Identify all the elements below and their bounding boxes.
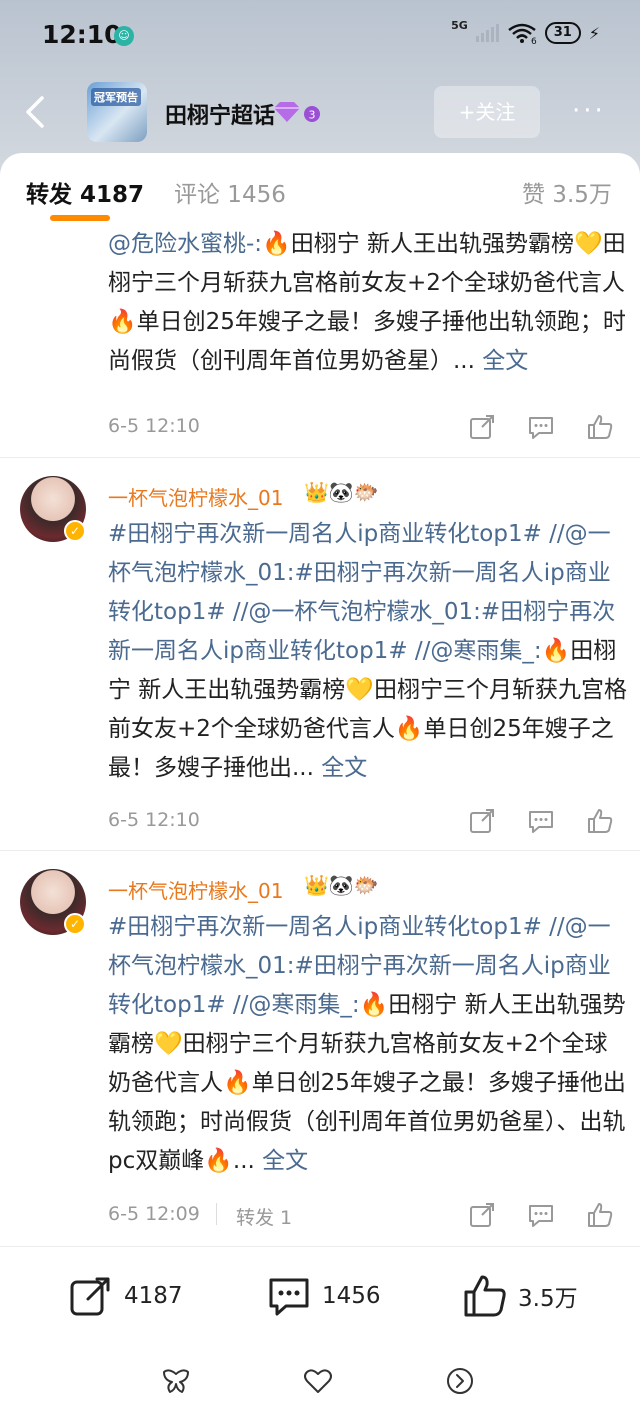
comment-icon[interactable]: [527, 413, 555, 441]
username[interactable]: 一杯气泡柠檬水_01: [108, 875, 283, 904]
level-gem-icon: 3: [274, 102, 320, 122]
repost-list-sheet: 转发 4187 评论 1456 赞 3.5万 @危险水蜜桃-:🔥田栩宁 新人王出…: [0, 153, 640, 1424]
verified-badge-icon: ✓: [64, 520, 86, 542]
back-icon[interactable]: [20, 94, 50, 130]
thumbs-up-icon: [464, 1275, 506, 1317]
list-item[interactable]: ✓ 一杯气泡柠檬水_01 👑🐼🐡 #田栩宁再次新一周名人ip商业转化top1# …: [0, 851, 640, 1241]
comment-bubble-icon: [269, 1278, 309, 1316]
svg-text:6: 6: [531, 37, 537, 44]
post-time: 6-5 12:10: [108, 415, 200, 437]
user-badges: 👑🐼🐡: [304, 480, 379, 504]
repost-count-label[interactable]: 转发 1: [236, 1203, 292, 1230]
tab-comments[interactable]: 评论 1456: [174, 175, 286, 209]
topic-thumbnail[interactable]: 冠军预告: [87, 82, 147, 142]
list-item[interactable]: ✓ 一杯气泡柠檬水_01 👑🐼🐡 #田栩宁再次新一周名人ip商业转化top1# …: [0, 458, 640, 848]
repost-text: #田栩宁再次新一周名人ip商业转化top1# //@一杯气泡柠檬水_01:#田栩…: [108, 515, 628, 788]
share-icon[interactable]: [468, 1201, 496, 1229]
tab-likes[interactable]: 赞 3.5万: [522, 175, 612, 209]
meta-separator: [216, 1203, 217, 1225]
list-item[interactable]: @危险水蜜桃-:🔥田栩宁 新人王出轨强势霸榜💛田栩宁三个月斩获九宫格前女友+2个…: [0, 225, 640, 455]
app-notification-icon: ☺: [114, 26, 134, 46]
repost-icon: [70, 1277, 110, 1316]
repost-text: #田栩宁再次新一周名人ip商业转化top1# //@一杯气泡柠檬水_01:#田栩…: [108, 908, 628, 1181]
signal-icon: [475, 24, 499, 42]
like-icon[interactable]: [586, 807, 614, 835]
full-text-link[interactable]: 全文: [482, 348, 528, 374]
top-nav: 冠军预告 田栩宁超话 3 +关注 ···: [0, 82, 640, 144]
like-icon[interactable]: [586, 1201, 614, 1229]
comment-button[interactable]: 1456: [266, 1273, 381, 1319]
share-icon[interactable]: [468, 807, 496, 835]
status-indicators: 5G 6 31 ⚡: [451, 18, 600, 44]
full-text-link[interactable]: 全文: [262, 1148, 308, 1174]
share-icon[interactable]: [468, 413, 496, 441]
more-options-button[interactable]: ···: [572, 96, 606, 126]
repost-link-text[interactable]: @危险水蜜桃-:: [108, 231, 262, 257]
repost-button[interactable]: 4187: [68, 1273, 183, 1319]
butterfly-icon[interactable]: [161, 1366, 191, 1396]
post-time: 6-5 12:10: [108, 809, 200, 831]
user-badges: 👑🐼🐡: [304, 873, 379, 897]
repost-body-text: 🔥田栩宁 新人王出轨强势霸榜💛田栩宁三个月斩获九宫格前女友+2个全球奶爸代言人🔥…: [108, 992, 626, 1174]
status-time: 12:10: [42, 20, 122, 49]
wifi-icon: 6: [508, 23, 537, 44]
topic-title[interactable]: 田栩宁超话: [165, 98, 275, 130]
repost-text: @危险水蜜桃-:🔥田栩宁 新人王出轨强势霸榜💛田栩宁三个月斩获九宫格前女友+2个…: [108, 225, 628, 381]
heart-icon[interactable]: [303, 1366, 333, 1396]
like-count: 3.5万: [518, 1286, 578, 1312]
topic-thumb-text: 冠军预告: [91, 88, 141, 106]
like-icon[interactable]: [586, 413, 614, 441]
network-type: 5G: [451, 18, 468, 32]
like-button[interactable]: 3.5万: [462, 1273, 578, 1319]
full-text-link[interactable]: 全文: [321, 755, 367, 781]
tab-bar: 转发 4187 评论 1456 赞 3.5万: [0, 153, 640, 225]
svg-text:3: 3: [309, 109, 316, 122]
post-time: 6-5 12:09: [108, 1203, 200, 1225]
comment-icon[interactable]: [527, 1201, 555, 1229]
charging-icon: ⚡: [588, 23, 600, 43]
status-bar: 12:10 ☺ 5G 6 31 ⚡: [0, 0, 640, 72]
repost-link-text[interactable]: #田栩宁再次新一周名人ip商业转化top1# //@一杯气泡柠檬水_01:#田栩…: [108, 521, 615, 664]
comment-icon[interactable]: [527, 807, 555, 835]
follow-button[interactable]: +关注: [434, 86, 540, 138]
comment-count: 1456: [322, 1283, 381, 1309]
forward-circle-icon[interactable]: [445, 1366, 475, 1396]
active-tab-indicator: [50, 215, 110, 221]
battery-indicator: 31: [544, 22, 581, 44]
system-nav-bar: [0, 1346, 640, 1424]
bottom-action-bar: 4187 1456 3.5万: [0, 1246, 640, 1346]
username[interactable]: 一杯气泡柠檬水_01: [108, 482, 283, 511]
repost-count: 4187: [124, 1283, 183, 1309]
tab-reposts[interactable]: 转发 4187: [26, 175, 144, 209]
verified-badge-icon: ✓: [64, 913, 86, 935]
